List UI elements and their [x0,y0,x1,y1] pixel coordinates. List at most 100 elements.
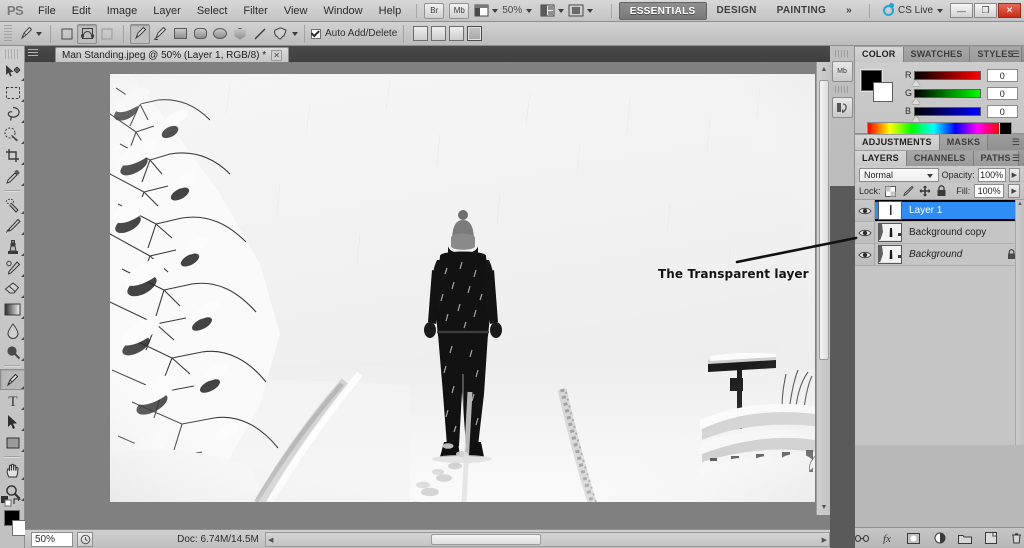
path-add-button[interactable] [413,26,429,41]
fill-pixels-button[interactable] [97,24,117,44]
layer-style-icon[interactable]: fx [881,531,896,546]
menu-file[interactable]: File [30,1,64,21]
menu-layer[interactable]: Layer [145,1,189,21]
eraser-tool[interactable] [0,278,25,299]
lock-position-icon[interactable] [918,185,931,198]
shape-options-chevron-icon[interactable] [292,31,298,36]
horizontal-type-tool[interactable]: T [0,390,25,411]
zoom-chevron-down-icon[interactable] [526,8,533,13]
rail-grip-2[interactable] [835,86,849,93]
color-slider-r-value[interactable]: 0 [986,68,1018,82]
quick-selection-tool[interactable] [0,124,25,145]
shape-layers-button[interactable] [57,24,77,44]
zoom-level-display[interactable]: 50% [502,5,522,16]
layer-name[interactable]: Layer 1 [909,205,942,216]
new-group-icon[interactable] [958,531,973,546]
custom-shape-icon[interactable] [270,24,290,44]
path-selection-tool[interactable] [0,411,25,432]
opacity-input[interactable]: 100% [977,167,1006,182]
workspace-design[interactable]: DESIGN [707,2,767,20]
arrange-documents-button[interactable] [540,4,565,17]
canvas-horizontal-scrollbar[interactable]: ◀ ▶ [265,532,830,547]
color-panel-background-swatch[interactable] [873,82,893,102]
status-history-icon[interactable] [77,531,93,547]
brush-tool[interactable] [0,215,25,236]
lock-image-pixels-icon[interactable] [901,185,914,198]
minimize-button[interactable]: — [950,3,973,18]
scroll-up-icon[interactable]: ▲ [819,64,829,75]
tab-swatches[interactable]: SWATCHES [903,47,971,62]
crop-tool[interactable] [0,145,25,166]
restore-button[interactable]: ❐ [974,3,997,18]
new-layer-icon[interactable] [984,531,999,546]
rectangle-shape-icon[interactable] [170,24,190,44]
close-button[interactable]: ✕ [998,3,1021,18]
menu-window[interactable]: Window [316,1,371,21]
eyedropper-tool[interactable] [0,166,25,187]
tools-panel-grip[interactable] [5,49,19,59]
path-subtract-button[interactable] [431,26,447,41]
tab-channels[interactable]: CHANNELS [906,151,974,166]
dodge-tool[interactable] [0,341,25,362]
default-colors-icon[interactable] [1,496,12,510]
rail-grip-1[interactable] [835,50,849,57]
menu-select[interactable]: Select [189,1,236,21]
scroll-left-icon[interactable]: ◀ [268,536,273,544]
rectangular-marquee-tool[interactable] [0,82,25,103]
color-slider-r-thumb[interactable] [912,79,921,86]
menu-help[interactable]: Help [371,1,410,21]
document-tab-close-icon[interactable]: ✕ [271,49,283,61]
canvas-area[interactable]: ▲ ▼ [25,62,830,529]
hand-tool[interactable] [0,460,25,481]
color-panel-menu-icon[interactable]: ☰ [1012,49,1020,60]
lasso-tool[interactable] [0,103,25,124]
fill-stepper[interactable]: ▶ [1008,184,1020,198]
scroll-up-icon[interactable]: ▲ [1017,201,1023,207]
document-tab-grip[interactable] [28,49,38,58]
path-intersect-button[interactable] [449,26,465,41]
workspace-essentials[interactable]: ESSENTIALS [618,1,707,20]
layer-visibility-toggle[interactable] [855,244,875,265]
color-slider-r-track[interactable] [912,70,981,86]
polygon-shape-icon[interactable] [230,24,250,44]
workspace-more-button[interactable]: » [836,2,862,20]
freeform-pen-tool-icon[interactable] [150,24,170,44]
view-extras-button[interactable] [474,4,499,17]
cs-live-button[interactable]: CS Live [882,3,943,16]
pen-tool-option-icon[interactable] [130,23,150,44]
color-slider-b-thumb[interactable] [912,115,921,122]
canvas-vertical-scrollbar[interactable]: ▲ ▼ [816,62,830,515]
layer-name[interactable]: Background [909,249,962,260]
menu-image[interactable]: Image [99,1,146,21]
layer-visibility-toggle[interactable] [855,222,875,243]
horizontal-scroll-thumb[interactable] [431,534,541,545]
rounded-rectangle-shape-icon[interactable] [190,24,210,44]
table-row[interactable]: Background copy [855,222,1024,244]
menu-filter[interactable]: Filter [235,1,275,21]
bridge-icon[interactable]: Br [424,2,445,19]
blend-mode-select[interactable]: Normal [859,167,939,182]
layer-thumbnail[interactable] [878,223,902,242]
mini-bridge-icon[interactable]: Mb [831,61,853,82]
screen-mode-button[interactable] [568,4,594,17]
adjustment-layer-icon[interactable] [932,531,947,546]
scroll-right-icon[interactable]: ▶ [822,536,827,544]
move-tool[interactable] [0,61,25,82]
line-shape-icon[interactable] [250,24,270,44]
delete-layer-icon[interactable] [1009,531,1024,546]
zoom-input[interactable]: 50% [31,531,73,547]
workspace-painting[interactable]: PAINTING [767,2,836,20]
pen-tool[interactable] [0,369,25,390]
menu-view[interactable]: View [276,1,316,21]
path-exclude-button[interactable] [467,26,483,41]
spot-healing-brush-tool[interactable] [0,194,25,215]
auto-add-delete-checkbox[interactable] [311,28,321,39]
color-slider-g-track[interactable] [912,88,981,104]
layers-panel-menu-icon[interactable]: ☰ [1012,153,1020,164]
link-layers-icon[interactable] [855,531,870,546]
current-tool-pen-icon[interactable] [16,24,36,44]
layer-mask-icon[interactable] [906,531,921,546]
canvas-scroll-thumb[interactable] [819,80,829,360]
lock-transparent-pixels-icon[interactable] [885,185,898,198]
opacity-stepper[interactable]: ▶ [1008,167,1020,182]
